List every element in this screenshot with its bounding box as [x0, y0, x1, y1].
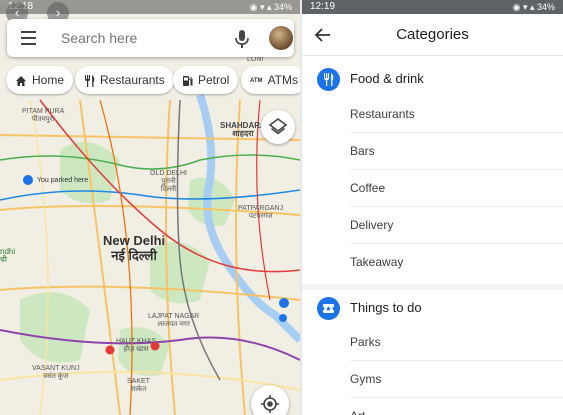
- chip-label: Restaurants: [100, 73, 165, 87]
- map-label-vasant-kunj: VASANT KUNJ वसंत कुंज: [32, 365, 80, 380]
- blue-pin-2[interactable]: [279, 314, 287, 322]
- category-coffee[interactable]: Coffee: [350, 170, 563, 207]
- chip-petrol[interactable]: Petrol: [173, 66, 239, 94]
- map-label-new-delhi: New Delhi नई दिल्ली: [103, 233, 166, 263]
- blue-pin[interactable]: [279, 298, 289, 308]
- mic-icon[interactable]: [233, 29, 251, 49]
- status-bar: 12:18 ◉ ▾ ▴ 34%: [0, 0, 300, 14]
- cutlery-icon: [85, 74, 95, 87]
- category-restaurants[interactable]: Restaurants: [350, 96, 563, 133]
- section-things-to-do: Things to do: [302, 292, 563, 326]
- status-battery: ◉ ▾ ▴ 34%: [249, 2, 292, 12]
- section-title: Things to do: [350, 300, 422, 315]
- category-parks[interactable]: Parks: [350, 324, 563, 361]
- categories-screen: 12:19 ◉ ▾ ▴ 34% Categories Food & drink …: [302, 0, 563, 415]
- map-label-saket: SAKET साकेत: [127, 378, 150, 393]
- hauz-khas-pin-1[interactable]: [105, 345, 115, 355]
- map-label-pitampura: PITAM PURA पीतमपुरा: [22, 108, 65, 123]
- my-location-button[interactable]: [251, 385, 289, 415]
- section-separator: [302, 284, 563, 290]
- app-bar: Categories: [302, 14, 563, 56]
- layers-button[interactable]: [261, 110, 295, 144]
- page-title: Categories: [396, 26, 469, 43]
- category-delivery[interactable]: Delivery: [350, 207, 563, 244]
- search-input[interactable]: Search here: [61, 30, 137, 46]
- status-bar: 12:19 ◉ ▾ ▴ 34%: [302, 0, 563, 14]
- chip-restaurants[interactable]: Restaurants: [75, 66, 174, 94]
- chip-label: ATMs: [267, 73, 299, 87]
- status-time: 12:19: [310, 1, 336, 12]
- avatar[interactable]: [269, 26, 293, 50]
- home-icon: [16, 75, 26, 86]
- search-bar[interactable]: Search here: [7, 19, 294, 57]
- chip-label: Home: [32, 73, 65, 87]
- parked-location-pin[interactable]: [23, 175, 33, 185]
- battery-level: 34%: [273, 2, 292, 12]
- battery-level: 34%: [536, 2, 555, 12]
- map-label-old-delhi: OLD DELHI पुरानी दिल्ली: [150, 170, 187, 193]
- layers-icon: [268, 118, 288, 135]
- section-title: Food & drink: [350, 71, 424, 86]
- chip-label: Petrol: [198, 73, 230, 87]
- chip-atms[interactable]: ATM ATMs: [241, 66, 300, 94]
- category-takeaway[interactable]: Takeaway: [350, 244, 563, 281]
- chip-home[interactable]: Home: [6, 66, 74, 94]
- cutlery-icon: [317, 68, 340, 91]
- ticket-icon: [317, 297, 340, 320]
- atm-icon: ATM: [250, 77, 263, 84]
- category-art[interactable]: Art: [350, 398, 563, 415]
- map-label-patparganj: PATPARGANJ पटपरगंज: [238, 205, 284, 220]
- map-label-ndhi: ndhi धी: [0, 247, 16, 264]
- map-label-shahdara: SHAHDARA शाहदरा: [220, 121, 266, 138]
- map-label-lajpat-nagar: LAJPAT NAGAR लाजपत नगर: [148, 313, 200, 328]
- status-battery: ◉ ▾ ▴ 34%: [512, 2, 555, 12]
- map-label-hauz-khas: HAUZ KHAS हौज़ खास: [116, 338, 157, 353]
- fuel-icon: [183, 75, 193, 86]
- menu-icon[interactable]: [21, 31, 36, 45]
- section-food-drink: Food & drink: [302, 63, 563, 97]
- category-bars[interactable]: Bars: [350, 133, 563, 170]
- map-label-parked: You parked here: [37, 177, 89, 184]
- map-screen: LONI PITAM PURA पीतमपुरा SHAHDARA शाहदरा…: [0, 0, 300, 415]
- location-target-icon: [261, 395, 279, 413]
- category-gyms[interactable]: Gyms: [350, 361, 563, 398]
- map-label-loni: LONI: [247, 56, 264, 63]
